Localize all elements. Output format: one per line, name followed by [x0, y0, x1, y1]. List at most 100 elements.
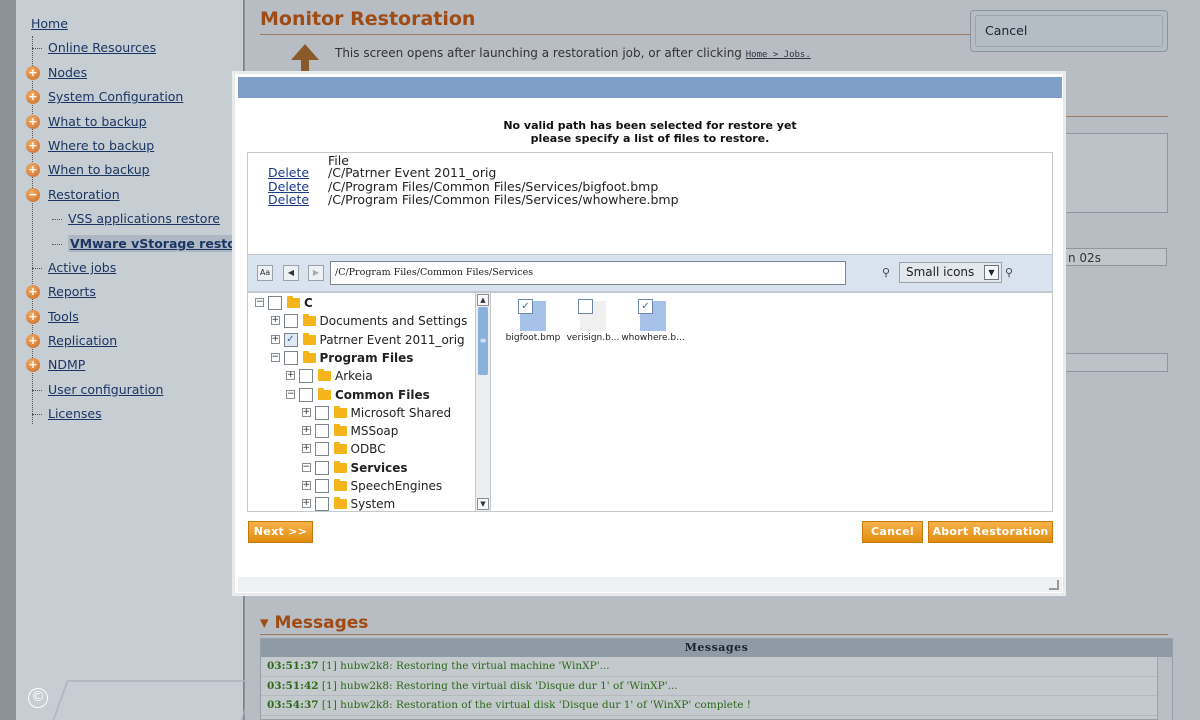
- sidebar-item-online-resources[interactable]: Online Resources: [28, 36, 244, 60]
- folder-tree-item[interactable]: + Microsoft Shared: [248, 404, 476, 422]
- expand-icon[interactable]: +: [301, 481, 311, 490]
- folder-checkbox[interactable]: [314, 497, 329, 511]
- messages-scrollbar[interactable]: [1157, 657, 1172, 720]
- message-time: 03:54:37: [267, 699, 319, 711]
- path-input[interactable]: /C/Program Files/Common Files/Services: [330, 261, 846, 285]
- file-checkbox[interactable]: ✓: [638, 299, 653, 314]
- expand-icon[interactable]: +: [301, 407, 311, 417]
- zoom-out-icon[interactable]: ⚲: [882, 266, 896, 280]
- sidebar-item-vmware-vstorage-restore[interactable]: VMware vStorage restore: [28, 232, 253, 256]
- folder-tree-item[interactable]: + ✓ Patrner Event 2011_orig: [248, 331, 476, 349]
- scroll-thumb[interactable]: ≡: [478, 307, 488, 375]
- folder-checkbox[interactable]: [314, 442, 329, 457]
- dialog-titlebar[interactable]: [238, 77, 1062, 98]
- page-description: This screen opens after launching a rest…: [335, 46, 811, 60]
- expand-icon[interactable]: +: [26, 138, 40, 153]
- sidebar-item-label: System Configuration: [48, 89, 184, 105]
- expand-icon[interactable]: +: [26, 358, 40, 373]
- folder-checkbox[interactable]: [314, 479, 329, 493]
- expand-icon[interactable]: +: [301, 444, 311, 454]
- sidebar-item-active-jobs[interactable]: Active jobs: [28, 256, 244, 280]
- collapse-icon[interactable]: −: [255, 298, 264, 307]
- folder-tree-item[interactable]: + Documents and Settings: [248, 312, 476, 330]
- folder-checkbox[interactable]: [283, 350, 298, 365]
- folder-checkbox[interactable]: [314, 424, 329, 439]
- file-checkbox[interactable]: ✓: [518, 299, 533, 314]
- folder-tree-item[interactable]: + Arkeia: [248, 367, 476, 385]
- file-checkbox[interactable]: [578, 299, 593, 314]
- expand-icon[interactable]: +: [26, 65, 40, 80]
- folder-tree-item[interactable]: − Common Files: [248, 386, 476, 404]
- tree-connector: [32, 267, 42, 269]
- delete-link[interactable]: Delete: [268, 166, 328, 180]
- sidebar-item-vss-applications-restore[interactable]: VSS applications restore: [28, 207, 244, 231]
- sidebar-item-user-configuration[interactable]: User configuration: [28, 378, 244, 402]
- cancel-button[interactable]: Cancel: [862, 521, 923, 543]
- selected-file-path: /C/Program Files/Common Files/Services/w…: [328, 192, 679, 207]
- collapse-icon[interactable]: −: [301, 462, 311, 472]
- sidebar-item-tools[interactable]: + Tools: [26, 305, 244, 329]
- folder-tree-item[interactable]: − C: [248, 294, 476, 312]
- page-description-text: This screen opens after launching a rest…: [335, 46, 742, 60]
- delete-link[interactable]: Delete: [268, 193, 328, 207]
- expand-icon[interactable]: +: [26, 163, 40, 178]
- sidebar-item-when-to-backup[interactable]: + When to backup: [26, 158, 244, 182]
- expand-icon[interactable]: +: [270, 316, 280, 326]
- sidebar-item-ndmp[interactable]: + NDMP: [26, 353, 244, 377]
- sidebar-item-licenses[interactable]: Licenses: [28, 402, 244, 426]
- expand-icon[interactable]: +: [301, 499, 311, 509]
- file-icon-item[interactable]: ✓ whowhere.b...: [613, 299, 693, 343]
- job-cancel-button-frame: [975, 15, 1163, 47]
- message-time: 03:51:37: [267, 660, 319, 672]
- folder-tree-item[interactable]: + SpeechEngines: [248, 477, 476, 495]
- folder-checkbox[interactable]: [314, 460, 329, 475]
- view-mode-select[interactable]: Small icons ▼: [899, 262, 1002, 283]
- folder-checkbox[interactable]: [283, 314, 298, 329]
- job-cancel-button[interactable]: Cancel: [970, 10, 1168, 52]
- collapse-icon[interactable]: −: [286, 389, 295, 399]
- next-button[interactable]: Next >>: [248, 521, 313, 543]
- expand-icon[interactable]: +: [286, 371, 295, 381]
- collapse-icon[interactable]: −: [26, 187, 40, 202]
- expand-icon[interactable]: +: [26, 114, 40, 129]
- sidebar-item-replication[interactable]: + Replication: [26, 329, 244, 353]
- expand-icon[interactable]: +: [26, 285, 40, 300]
- home-jobs-link[interactable]: Home > Jobs.: [746, 50, 811, 60]
- folder-checkbox[interactable]: [268, 296, 282, 310]
- sidebar-item-restoration[interactable]: − Restoration: [26, 183, 244, 207]
- folder-checkbox[interactable]: [314, 405, 329, 420]
- sidebar-item-where-to-backup[interactable]: + Where to backup: [26, 134, 244, 158]
- browser-toolbar: Aa ◀ ▶ /C/Program Files/Common Files/Ser…: [247, 255, 1053, 292]
- abort-restoration-button[interactable]: Abort Restoration: [928, 521, 1053, 543]
- folder-tree-item[interactable]: + ODBC: [248, 440, 476, 458]
- expand-icon[interactable]: +: [26, 334, 40, 349]
- expand-icon[interactable]: +: [270, 334, 280, 344]
- sidebar-item-reports[interactable]: + Reports: [26, 280, 244, 304]
- expand-icon[interactable]: +: [26, 309, 40, 324]
- collapse-icon[interactable]: −: [270, 352, 280, 362]
- folder-tree-item[interactable]: + System: [248, 495, 476, 511]
- sidebar-item-nodes[interactable]: + Nodes: [26, 61, 244, 85]
- folder-icon: [333, 442, 347, 455]
- folder-checkbox[interactable]: [299, 369, 313, 384]
- folder-checkbox[interactable]: [299, 387, 313, 402]
- sidebar-item-home[interactable]: Home: [28, 12, 244, 36]
- sidebar-item-system-configuration[interactable]: + System Configuration: [26, 85, 244, 109]
- expand-icon[interactable]: +: [301, 426, 311, 436]
- scroll-down-icon[interactable]: ▼: [477, 498, 489, 510]
- scroll-up-icon[interactable]: ▲: [477, 294, 489, 306]
- forward-arrow-icon[interactable]: ▶: [308, 265, 324, 281]
- sidebar-item-label: Active jobs: [48, 259, 117, 275]
- folder-tree-item[interactable]: − Program Files: [248, 349, 476, 367]
- zoom-in-icon[interactable]: ⚲: [1005, 266, 1019, 280]
- messages-heading[interactable]: ▾ Messages: [260, 613, 368, 633]
- folder-checkbox[interactable]: ✓: [283, 332, 298, 347]
- folder-tree-scrollbar[interactable]: ▲ ≡ ▼: [475, 293, 490, 511]
- sidebar-item-what-to-backup[interactable]: + What to backup: [26, 110, 244, 134]
- case-sensitive-button[interactable]: Aa: [257, 265, 273, 281]
- folder-tree-item[interactable]: − Services: [248, 459, 476, 477]
- resize-grip-icon[interactable]: [1049, 580, 1059, 590]
- folder-tree-item[interactable]: + MSSoap: [248, 422, 476, 440]
- expand-icon[interactable]: +: [26, 90, 40, 105]
- back-arrow-icon[interactable]: ◀: [283, 265, 299, 281]
